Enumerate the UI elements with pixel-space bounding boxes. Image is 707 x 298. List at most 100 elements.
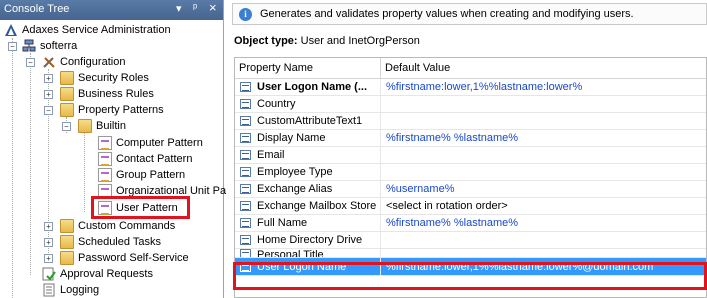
collapse-icon[interactable]: −	[26, 58, 35, 67]
property-icon	[240, 133, 251, 143]
tree-item-label: Password Self-Service	[78, 252, 189, 264]
property-value: %firstname% %lastname%	[386, 132, 519, 144]
info-icon: i	[239, 7, 252, 21]
user-pattern-highlight-box	[91, 196, 190, 219]
property-icon	[240, 218, 251, 228]
tree-item-label: Adaxes Service Administration	[22, 24, 171, 36]
table-row[interactable]: Full Name %firstname% %lastname%	[235, 215, 706, 232]
property-name: Exchange Mailbox Store	[257, 200, 377, 212]
tree-item-custom-commands[interactable]: Custom Commands	[60, 218, 175, 234]
table-row[interactable]: Home Directory Drive	[235, 232, 706, 249]
folder-icon	[60, 219, 74, 233]
tree-item-label: Property Patterns	[78, 104, 164, 116]
expand-icon[interactable]: +	[44, 254, 53, 263]
tools-icon	[42, 55, 56, 69]
table-row[interactable]: Personal Title	[235, 249, 706, 258]
grid-header: Property Name Default Value	[235, 58, 706, 79]
tree-item-group-pattern[interactable]: Group Pattern	[98, 167, 185, 183]
tree-item-label: Security Roles	[78, 72, 149, 84]
table-row[interactable]: Employee Type	[235, 164, 706, 181]
tree-item-property-patterns[interactable]: Property Patterns	[60, 102, 164, 118]
tree-item-label: Business Rules	[78, 88, 154, 100]
log-icon	[42, 283, 56, 297]
tree-item-builtin[interactable]: Builtin	[78, 118, 126, 134]
folder-icon	[60, 251, 74, 265]
expand-icon[interactable]: +	[44, 90, 53, 99]
object-type-label: Object type:	[234, 35, 298, 47]
column-header-property-name[interactable]: Property Name	[235, 58, 381, 78]
object-type-value: User and InetOrgPerson	[300, 35, 420, 47]
property-name: Exchange Alias	[257, 183, 333, 195]
collapse-icon[interactable]: −	[44, 106, 53, 115]
property-name: Full Name	[257, 217, 308, 229]
tree-item-business-rules[interactable]: Business Rules	[60, 86, 154, 102]
console-tree-pane: Console Tree ▾ ᵖ × Adaxes Service Admini…	[0, 0, 226, 298]
table-row[interactable]: Exchange Alias %username%	[235, 181, 706, 198]
tree-item-computer-pattern[interactable]: Computer Pattern	[98, 135, 203, 151]
tree-item-adaxes-service-administration[interactable]: Adaxes Service Administration	[4, 22, 171, 38]
tree-item-logging[interactable]: Logging	[42, 282, 99, 298]
table-row[interactable]: CustomAttributeText1	[235, 113, 706, 130]
dropdown-icon[interactable]: ▾	[176, 2, 182, 15]
clock-folder-icon	[60, 235, 74, 249]
property-name: Display Name	[257, 132, 326, 144]
property-name: CustomAttributeText1	[257, 115, 363, 127]
tree-item-label: Custom Commands	[78, 220, 176, 232]
close-icon[interactable]: ×	[209, 0, 217, 15]
adaxes-logo-icon	[4, 23, 18, 37]
tree-item-label: Scheduled Tasks	[78, 236, 161, 248]
details-pane: i Generates and validates property value…	[228, 0, 707, 298]
selected-row-highlight-box	[233, 262, 707, 290]
tree-item-scheduled-tasks[interactable]: Scheduled Tasks	[60, 234, 161, 250]
pin-icon[interactable]: ᵖ	[193, 2, 197, 14]
property-icon	[240, 235, 251, 245]
property-icon	[240, 249, 251, 257]
property-icon	[240, 116, 251, 126]
property-value: %username%	[386, 183, 455, 195]
tree-item-label: Contact Pattern	[116, 153, 193, 165]
tree-item-label: softerra	[40, 40, 78, 52]
pattern-icon	[98, 152, 112, 166]
property-icon	[240, 82, 251, 92]
tree-item-approval-requests[interactable]: Approval Requests	[42, 266, 153, 282]
tree-item-label: Group Pattern	[116, 169, 186, 181]
tree-item-softerra[interactable]: softerra	[22, 38, 77, 54]
tree-item-label: Computer Pattern	[116, 137, 203, 149]
property-value: %firstname% %lastname%	[386, 217, 519, 229]
expand-icon[interactable]: +	[44, 222, 53, 231]
property-icon	[240, 167, 251, 177]
property-icon	[240, 201, 251, 211]
folder-icon	[78, 119, 92, 133]
property-value: <select in rotation order>	[386, 200, 508, 212]
table-row[interactable]: User Logon Name (... %firstname:lower,1%…	[235, 79, 706, 96]
expand-icon[interactable]: +	[44, 238, 53, 247]
info-bar: i Generates and validates property value…	[232, 3, 707, 25]
property-value: %firstname:lower,1%%lastname:lower%	[386, 81, 583, 93]
pattern-icon	[98, 136, 112, 150]
info-bar-text: Generates and validates property values …	[260, 8, 634, 20]
pattern-icon	[98, 168, 112, 182]
column-header-default-value[interactable]: Default Value	[381, 58, 706, 78]
table-row[interactable]: Exchange Mailbox Store <select in rotati…	[235, 198, 706, 215]
console-tree-title: Console Tree	[4, 3, 70, 15]
table-row[interactable]: Country	[235, 96, 706, 113]
collapse-icon[interactable]: −	[8, 42, 17, 51]
approval-icon	[42, 267, 56, 281]
property-name: User Logon Name (...	[257, 81, 368, 93]
table-row[interactable]: Email	[235, 147, 706, 164]
tree-item-label: Configuration	[60, 56, 126, 68]
tree-item-contact-pattern[interactable]: Contact Pattern	[98, 151, 192, 167]
tree-item-label: Logging	[60, 284, 100, 296]
tree-item-configuration[interactable]: Configuration	[42, 54, 125, 70]
table-row[interactable]: Display Name %firstname% %lastname%	[235, 130, 706, 147]
expand-icon[interactable]: +	[44, 74, 53, 83]
property-icon	[240, 99, 251, 109]
property-name: Email	[257, 149, 285, 161]
property-name: Employee Type	[257, 166, 333, 178]
collapse-icon[interactable]: −	[62, 122, 71, 131]
folder-icon	[60, 103, 74, 117]
folder-icon	[60, 71, 74, 85]
domain-icon	[22, 39, 36, 53]
tree-item-security-roles[interactable]: Security Roles	[60, 70, 149, 86]
tree-item-password-self-service[interactable]: Password Self-Service	[60, 250, 189, 266]
